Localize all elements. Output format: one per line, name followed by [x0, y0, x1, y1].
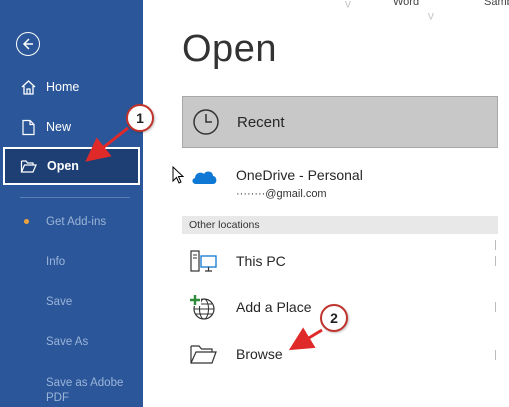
annotation-arrow-1 [85, 126, 129, 162]
annotation-arrow-2 [288, 327, 323, 351]
annotation-step-1-badge: 1 [126, 104, 154, 132]
annotation-step-2-badge: 2 [320, 304, 348, 332]
annotation-arrows [85, 126, 323, 351]
